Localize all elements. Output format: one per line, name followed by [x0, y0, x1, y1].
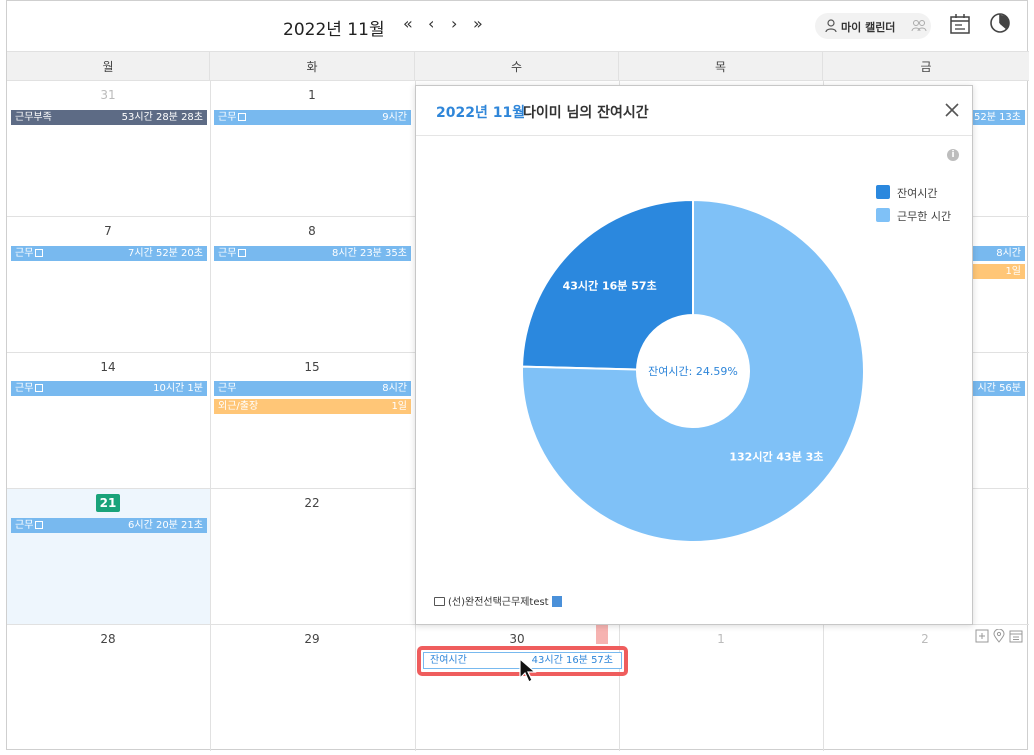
check-icon [35, 384, 44, 392]
event-value: 8시간 [996, 248, 1021, 259]
info-icon[interactable]: i [947, 149, 959, 161]
monitor-icon [434, 597, 445, 606]
popup-title-date: 2022년 11월 [436, 105, 526, 121]
event-value: 7시간 52분 20초 [128, 248, 203, 259]
day-number[interactable]: 14 [88, 360, 128, 374]
event-bar[interactable]: 52분 13초 [969, 110, 1025, 125]
donut-chart-svg: 43시간 16분 57초 132시간 43분 3초 잔여시간: 24.59% [521, 198, 865, 543]
today-day-number[interactable]: 21 [96, 494, 120, 512]
event-bar[interactable]: 근무 7시간 52분 20초 [11, 246, 207, 261]
legend-label: 잔여시간 [897, 187, 938, 200]
event-value: 10시간 1분 [153, 383, 203, 394]
event-label: 근무 [15, 520, 34, 531]
event-label: 외근/출장 [218, 401, 259, 412]
day-number[interactable]: 29 [292, 632, 332, 646]
day-number[interactable]: 1 [701, 632, 741, 646]
event-value: 6시간 20분 21초 [128, 520, 203, 531]
legend-swatch [876, 208, 890, 222]
my-calendar-label: 마이 캘린더 [841, 21, 896, 34]
event-bar[interactable]: 근무 6시간 20분 21초 [11, 518, 207, 533]
event-bar[interactable]: 외근/출장 1일 [214, 399, 411, 414]
check-icon [238, 113, 247, 121]
weekday-wed: 수 [415, 51, 619, 81]
event-bar[interactable]: 근무 9시간 [214, 110, 411, 125]
day-number[interactable]: 28 [88, 632, 128, 646]
event-value: 52분 13초 [973, 112, 1021, 123]
event-value: 1일 [391, 401, 407, 412]
donut-center-label: 잔여시간: 24.59% [648, 365, 738, 378]
donut-chart: 43시간 16분 57초 132시간 43분 3초 잔여시간: 24.59% [520, 198, 866, 544]
group-icon[interactable] [911, 19, 927, 33]
event-label: 근무 [15, 248, 34, 259]
mouse-cursor-icon [519, 658, 537, 683]
event-label: 근무 [218, 248, 237, 259]
weekday-fri: 금 [823, 51, 1029, 81]
calendar-header: 2022년 11월 « ‹ › » 마이 캘린더 [7, 1, 1029, 51]
event-label: 근무 [15, 383, 34, 394]
day-number[interactable]: 2 [905, 632, 945, 646]
grid-line [210, 81, 211, 751]
month-title: 2022년 11월 [283, 20, 385, 40]
popup-header: 2022년 11월 다이미 님의 잔여시간 [416, 86, 972, 136]
slice-value-label: 132시간 43분 3초 [729, 450, 823, 464]
day-number[interactable]: 1 [292, 88, 332, 102]
event-label: 근무 [218, 383, 237, 394]
day-number[interactable]: 22 [292, 496, 332, 510]
event-value: 8시간 [382, 383, 407, 394]
location-icon[interactable] [992, 629, 1006, 643]
event-value: 8시간 23분 35초 [332, 248, 407, 259]
event-bar[interactable]: 시간 56분 [969, 381, 1025, 396]
event-bar[interactable]: 근무 10시간 1분 [11, 381, 207, 396]
prev-month-button[interactable]: ‹ [428, 14, 434, 33]
day-number[interactable]: 8 [292, 224, 332, 238]
event-bar[interactable]: 근무부족 53시간 28분 28초 [11, 110, 207, 125]
legend-label: 근무한 시간 [897, 210, 952, 223]
work-system-label: (선)완전선택근무제test [448, 597, 549, 608]
weekday-tue: 화 [210, 51, 415, 81]
check-icon [35, 249, 44, 257]
chart-view-icon[interactable] [989, 12, 1011, 34]
event-bar[interactable]: 8시간 [969, 246, 1025, 261]
close-icon[interactable] [944, 102, 960, 118]
prev-year-button[interactable]: « [403, 14, 413, 33]
weekday-thu: 목 [619, 51, 823, 81]
next-year-button[interactable]: » [473, 14, 483, 33]
schedule-icon[interactable] [1009, 629, 1023, 643]
check-icon [238, 249, 247, 257]
check-icon [35, 521, 44, 529]
event-bar[interactable]: 1일 [969, 264, 1025, 279]
event-label: 근무부족 [15, 112, 52, 123]
day-number[interactable]: 7 [88, 224, 128, 238]
weekday-mon: 월 [7, 51, 210, 81]
my-calendar-button[interactable]: 마이 캘린더 [815, 13, 931, 39]
popup-title: 다이미 님의 잔여시간 [523, 105, 649, 121]
legend-swatch [876, 185, 890, 199]
popup-footer: (선)완전선택근무제test [434, 593, 562, 608]
user-icon [825, 19, 837, 33]
slice-value-label: 43시간 16분 57초 [563, 278, 657, 292]
day-number[interactable]: 15 [292, 360, 332, 374]
add-icon[interactable] [975, 629, 989, 643]
day-number[interactable]: 31 [88, 88, 128, 102]
event-label: 근무 [218, 112, 237, 123]
event-value: 53시간 28분 28초 [121, 112, 203, 123]
event-value: 시간 56분 [977, 383, 1021, 394]
event-value: 1일 [1005, 266, 1021, 277]
remaining-time-popup: 2022년 11월 다이미 님의 잔여시간 i 잔여시간 근무한 시간 43시간… [415, 85, 973, 625]
event-bar[interactable]: 근무 8시간 23분 35초 [214, 246, 411, 261]
calendar-view-icon[interactable] [949, 13, 971, 35]
day-number[interactable]: 30 [497, 632, 537, 646]
next-month-button[interactable]: › [451, 14, 457, 33]
document-icon[interactable] [551, 596, 562, 607]
event-bar[interactable]: 근무 8시간 [214, 381, 411, 396]
event-value: 9시간 [382, 112, 407, 123]
